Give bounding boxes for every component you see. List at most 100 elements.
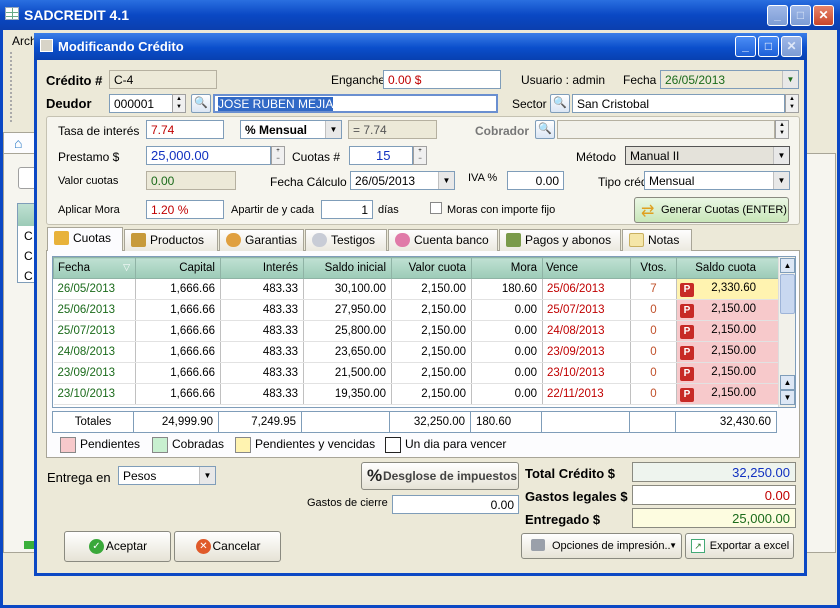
cell-fecha[interactable]: 26/05/2013 xyxy=(53,278,136,300)
cell-vence[interactable]: 25/07/2013 xyxy=(542,299,631,321)
cell-capital[interactable]: 1,666.66 xyxy=(135,320,221,342)
col-saldo-inicial-header[interactable]: Saldo inicial xyxy=(303,257,392,279)
scroll-up-icon[interactable]: ▲ xyxy=(780,258,795,273)
cell-valor-cuota[interactable]: 2,150.00 xyxy=(391,299,472,321)
cell-fecha[interactable]: 23/10/2013 xyxy=(53,383,136,405)
enganche-field[interactable]: 0.00 $ xyxy=(383,70,501,89)
cell-saldo-cuota[interactable]: P 2,150.00 xyxy=(676,383,779,405)
filter-icon[interactable]: ▽ xyxy=(123,262,130,273)
cobrador-spinner[interactable]: ▲ ▼ xyxy=(775,120,789,139)
col-fecha-header[interactable]: Fecha ▽ xyxy=(53,257,136,279)
fecha-calculo-select[interactable]: 26/05/2013 ▼ xyxy=(350,171,455,190)
deudor-name-field[interactable]: JOSE RUBEN MEJIA xyxy=(213,94,498,113)
periodo-select[interactable]: % Mensual ▼ xyxy=(240,120,342,139)
cell-capital[interactable]: 1,666.66 xyxy=(135,362,221,384)
cell-fecha[interactable]: 25/06/2013 xyxy=(53,299,136,321)
cell-vtos[interactable]: 0 xyxy=(630,383,677,405)
cell-capital[interactable]: 1,666.66 xyxy=(135,383,221,405)
table-row[interactable]: 25/06/2013 1,666.66 483.33 27,950.00 2,150.0… xyxy=(53,299,779,321)
cobrador-field[interactable] xyxy=(557,120,775,139)
cell-interes[interactable]: 483.33 xyxy=(220,383,304,405)
generar-cuotas-button[interactable]: ⇄ Generar Cuotas (ENTER) xyxy=(634,197,789,223)
scroll-thumb[interactable] xyxy=(780,274,795,314)
cell-vence[interactable]: 22/11/2013 xyxy=(542,383,631,405)
home-tab[interactable]: ⌂ xyxy=(3,132,36,154)
cell-interes[interactable]: 483.33 xyxy=(220,362,304,384)
dialog-maximize-icon[interactable]: □ xyxy=(758,36,779,57)
cell-mora[interactable]: 0.00 xyxy=(471,341,543,363)
cell-saldo-inicial[interactable]: 19,350.00 xyxy=(303,383,392,405)
cell-vtos[interactable]: 0 xyxy=(630,320,677,342)
table-row[interactable]: 23/09/2013 1,666.66 483.33 21,500.00 2,150.0… xyxy=(53,362,779,384)
cuotas-spinner[interactable]: + − xyxy=(413,146,427,165)
pending-badge-icon[interactable]: P xyxy=(680,324,694,339)
cell-vence[interactable]: 23/09/2013 xyxy=(542,341,631,363)
cancelar-button[interactable]: ✕ Cancelar xyxy=(174,531,281,562)
cell-saldo-inicial[interactable]: 23,650.00 xyxy=(303,341,392,363)
tab-productos[interactable]: Productos xyxy=(124,229,218,251)
tab-pagos-abonos[interactable]: Pagos y abonos xyxy=(499,229,621,251)
search-sector-icon[interactable]: 🔍 xyxy=(550,94,570,113)
metodo-select[interactable]: Manual II ▼ xyxy=(625,146,790,165)
col-vence-header[interactable]: Vence xyxy=(542,257,631,279)
search-deudor-icon[interactable]: 🔍 xyxy=(191,94,211,113)
prestamo-spinner[interactable]: + − xyxy=(271,146,285,165)
cell-valor-cuota[interactable]: 2,150.00 xyxy=(391,320,472,342)
cell-saldo-cuota[interactable]: P 2,150.00 xyxy=(676,320,779,342)
sector-field[interactable]: San Cristobal xyxy=(572,94,785,113)
tab-testigos[interactable]: Testigos xyxy=(305,229,387,251)
cell-capital[interactable]: 1,666.66 xyxy=(135,341,221,363)
cell-capital[interactable]: 1,666.66 xyxy=(135,278,221,300)
table-row[interactable]: 26/05/2013 1,666.66 483.33 30,100.00 2,150.0… xyxy=(53,278,779,300)
col-vtos-header[interactable]: Vtos. xyxy=(630,257,677,279)
tab-cuotas[interactable]: Cuotas xyxy=(47,227,123,251)
desglose-button[interactable]: % Desglose de impuestos xyxy=(361,462,519,490)
cuotas-grid[interactable]: Fecha ▽ Capital Interés Saldo inicial Val… xyxy=(52,256,796,408)
dialog-close-icon[interactable]: ✕ xyxy=(781,36,802,57)
col-capital-header[interactable]: Capital xyxy=(135,257,221,279)
cell-interes[interactable]: 483.33 xyxy=(220,299,304,321)
pending-badge-icon[interactable]: P xyxy=(680,303,694,318)
col-saldo-cuota-header[interactable]: Saldo cuota xyxy=(676,257,779,279)
gastos-cierre-field[interactable]: 0.00 xyxy=(392,495,519,514)
cell-saldo-inicial[interactable]: 30,100.00 xyxy=(303,278,392,300)
cell-saldo-inicial[interactable]: 25,800.00 xyxy=(303,320,392,342)
cell-saldo-inicial[interactable]: 21,500.00 xyxy=(303,362,392,384)
cell-saldo-inicial[interactable]: 27,950.00 xyxy=(303,299,392,321)
cuotas-field[interactable]: 15 xyxy=(349,146,413,165)
cell-mora[interactable]: 0.00 xyxy=(471,383,543,405)
col-valor-cuota-header[interactable]: Valor cuota xyxy=(391,257,472,279)
exportar-excel-button[interactable]: ↗ Exportar a excel xyxy=(685,533,794,559)
cell-mora[interactable]: 0.00 xyxy=(471,362,543,384)
table-row[interactable]: 24/08/2013 1,666.66 483.33 23,650.00 2,150.0… xyxy=(53,341,779,363)
cell-interes[interactable]: 483.33 xyxy=(220,278,304,300)
cell-mora[interactable]: 0.00 xyxy=(471,299,543,321)
cell-valor-cuota[interactable]: 2,150.00 xyxy=(391,278,472,300)
cell-vtos[interactable]: 7 xyxy=(630,278,677,300)
sector-spinner[interactable]: ▲ ▼ xyxy=(785,94,799,113)
scroll-up-icon[interactable]: ▲ xyxy=(780,375,795,390)
grid-scrollbar[interactable]: ▲ ▲ ▼ xyxy=(778,257,795,407)
cell-fecha[interactable]: 24/08/2013 xyxy=(53,341,136,363)
tab-notas[interactable]: Notas xyxy=(622,229,692,251)
col-interes-header[interactable]: Interés xyxy=(220,257,304,279)
minimize-icon[interactable]: _ xyxy=(767,5,788,26)
cell-vtos[interactable]: 0 xyxy=(630,341,677,363)
prestamo-field[interactable]: 25,000.00 xyxy=(146,146,271,165)
iva-field[interactable]: 0.00 xyxy=(507,171,564,190)
cell-valor-cuota[interactable]: 2,150.00 xyxy=(391,383,472,405)
close-icon[interactable]: ✕ xyxy=(813,5,834,26)
table-row[interactable]: 25/07/2013 1,666.66 483.33 25,800.00 2,150.0… xyxy=(53,320,779,342)
moras-importe-checkbox[interactable] xyxy=(430,202,442,214)
search-cobrador-icon[interactable]: 🔍 xyxy=(535,120,555,139)
pending-badge-icon[interactable]: P xyxy=(680,345,694,360)
apartir-field[interactable]: 1 xyxy=(321,200,373,219)
dialog-minimize-icon[interactable]: _ xyxy=(735,36,756,57)
deudor-id-field[interactable]: 000001 xyxy=(109,94,173,113)
cell-vtos[interactable]: 0 xyxy=(630,362,677,384)
cell-vence[interactable]: 24/08/2013 xyxy=(542,320,631,342)
tipo-credito-select[interactable]: Mensual ▼ xyxy=(644,171,790,190)
tab-garantias[interactable]: Garantias xyxy=(219,229,304,251)
entrega-select[interactable]: Pesos ▼ xyxy=(118,466,216,485)
pending-badge-icon[interactable]: P xyxy=(680,366,694,381)
